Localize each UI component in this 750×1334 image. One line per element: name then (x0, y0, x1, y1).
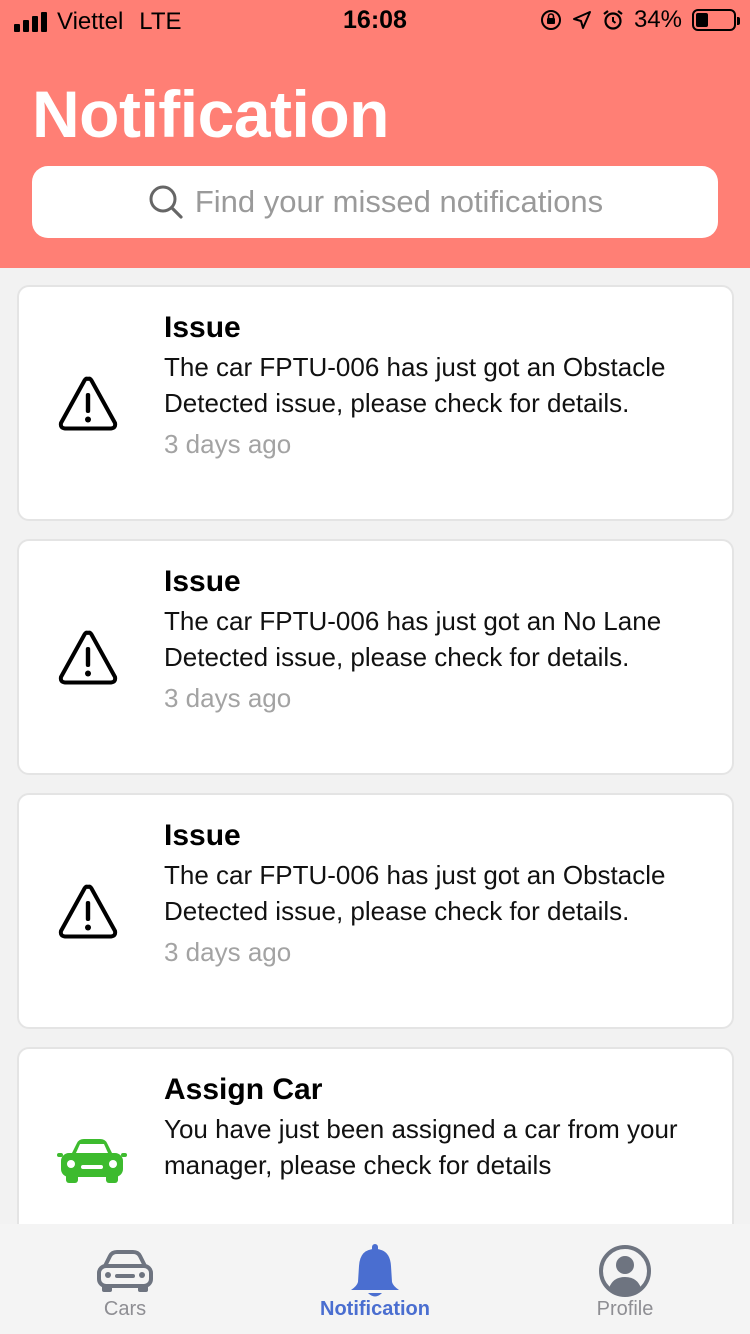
notification-message: The car FPTU-006 has just got an Obstacl… (164, 352, 666, 418)
battery-percent: 34% (633, 6, 682, 33)
tab-label: Notification (320, 1298, 430, 1320)
notification-body: Issue The car FPTU-006 has just got an N… (164, 561, 704, 719)
search-icon (149, 185, 183, 219)
notification-message: The car FPTU-006 has just got an Obstacl… (164, 860, 666, 926)
search-input[interactable]: Find your missed notifications (195, 184, 603, 220)
status-bar: Viettel LTE 16:08 34% (0, 0, 750, 40)
notification-card[interactable]: Issue The car FPTU-006 has just got an N… (17, 539, 734, 775)
notification-time: 3 days ago (164, 937, 292, 967)
notification-title: Issue (164, 819, 241, 852)
header: Viettel LTE 16:08 34% Notification Find … (0, 0, 750, 268)
notification-body: Issue The car FPTU-006 has just got an O… (164, 307, 704, 465)
status-right: 34% (540, 6, 740, 34)
notification-title: Issue (164, 311, 241, 344)
notification-card[interactable]: Assign Car You have just been assigned a… (17, 1047, 734, 1224)
notification-body: Assign Car You have just been assigned a… (164, 1069, 704, 1185)
tab-label: Profile (596, 1298, 654, 1320)
notification-title: Issue (164, 565, 241, 598)
notification-time: 3 days ago (164, 683, 292, 713)
battery-level (696, 13, 708, 27)
bell-icon (343, 1244, 407, 1300)
notification-card[interactable]: Issue The car FPTU-006 has just got an O… (17, 285, 734, 521)
tab-notification[interactable]: Notification (250, 1224, 500, 1334)
warning-icon (57, 881, 119, 943)
alarm-icon (603, 10, 623, 30)
search-bar[interactable]: Find your missed notifications (32, 166, 718, 238)
rotation-lock-icon (540, 10, 561, 30)
car-icon (93, 1244, 157, 1300)
tab-cars[interactable]: Cars (0, 1224, 250, 1334)
car-icon (57, 1133, 127, 1195)
page-title: Notification (32, 77, 389, 151)
tab-bar: Cars Notification Profile (0, 1224, 750, 1334)
notification-title: Assign Car (164, 1073, 323, 1106)
battery-icon (692, 9, 740, 31)
notification-card[interactable]: Issue The car FPTU-006 has just got an O… (17, 793, 734, 1029)
location-icon (572, 11, 591, 29)
tab-label: Cars (103, 1298, 147, 1320)
profile-icon (593, 1244, 657, 1300)
warning-icon (57, 627, 119, 689)
notification-body: Issue The car FPTU-006 has just got an O… (164, 815, 704, 973)
warning-icon (57, 373, 119, 435)
notification-list[interactable]: Issue The car FPTU-006 has just got an O… (0, 268, 750, 1224)
notification-time: 3 days ago (164, 429, 292, 459)
notification-message: You have just been assigned a car from y… (164, 1114, 678, 1180)
notification-message: The car FPTU-006 has just got an No Lane… (164, 606, 662, 672)
tab-profile[interactable]: Profile (500, 1224, 750, 1334)
